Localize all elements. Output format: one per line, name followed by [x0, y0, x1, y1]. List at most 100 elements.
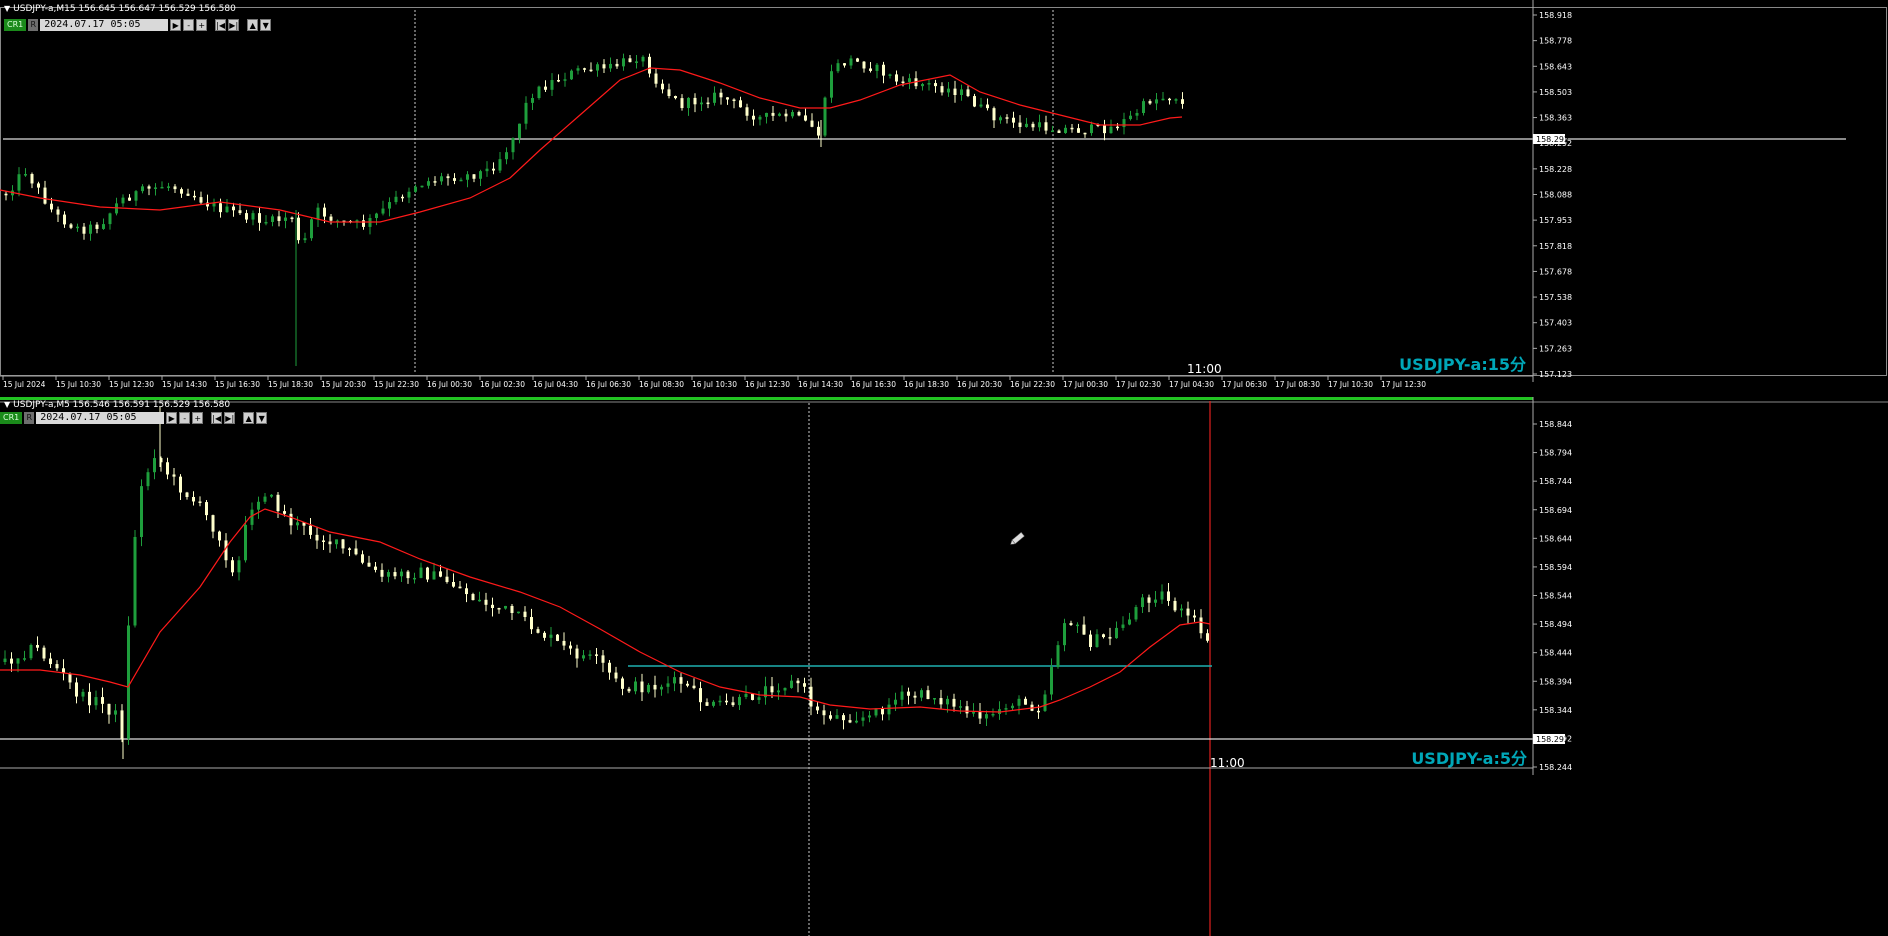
candle-body [790, 680, 793, 688]
chart-window-m15[interactable]: 158.918 158.778 158.643 158.503 158.363 158.2… [0, 0, 1888, 393]
cr1-badge[interactable]: CR1 [0, 412, 23, 424]
time-axis-label: 17 Jul 00:30 [1063, 380, 1108, 389]
price-level-label: 158.918 [1539, 11, 1572, 20]
m5-price-scale: 158.844 158.794 158.744 158.694 158.644 158.5… [1532, 397, 1572, 775]
candle-body [193, 195, 196, 198]
candle-body [1108, 637, 1112, 639]
candle-body [830, 71, 833, 98]
candle-body [1141, 597, 1144, 608]
candle-body [576, 68, 580, 71]
m15-chart-canvas[interactable]: 158.918 158.778 158.643 158.503 158.363 158.2… [0, 0, 1888, 393]
candle-body [42, 647, 46, 659]
candle-body [387, 572, 390, 577]
date-field[interactable]: 2024.07.17 05:05 [40, 19, 169, 31]
candle-body [601, 655, 605, 663]
play-icon[interactable]: ▶ [166, 412, 178, 424]
current-price-text: 158.292 [1536, 735, 1569, 744]
candle-body [640, 681, 644, 693]
candle-body [1004, 708, 1008, 710]
candle-body [907, 691, 910, 696]
candle-body [835, 715, 839, 719]
candle-body [323, 207, 326, 217]
candle-body [173, 186, 177, 190]
candle-body [1043, 694, 1047, 711]
candle-body [134, 191, 138, 201]
candle-body [556, 634, 559, 641]
minus-icon[interactable]: - [183, 19, 195, 31]
candle-body [933, 698, 936, 700]
candle-body [504, 605, 507, 609]
candle-body [465, 588, 468, 595]
collapse-triangle-icon[interactable]: ▼ [4, 4, 10, 13]
price-level-label: 158.088 [1539, 191, 1572, 200]
candle-body [589, 69, 593, 72]
candle-body [75, 682, 78, 697]
candle-body [315, 534, 319, 541]
candle-body [615, 63, 619, 67]
date-field[interactable]: 2024.07.17 05:05 [36, 412, 165, 424]
candle-body [1018, 122, 1022, 127]
candle-body [960, 89, 963, 96]
candle-body [296, 522, 299, 526]
candle-body [614, 672, 618, 679]
candle-body [765, 112, 768, 117]
m5-candles [3, 449, 1209, 745]
candle-body [823, 97, 827, 136]
candle-body [549, 634, 553, 638]
candle-body [901, 81, 905, 84]
candle-body [856, 58, 859, 62]
candle-body [1128, 619, 1131, 625]
candle-body [536, 629, 540, 633]
r-button[interactable]: R [28, 19, 39, 31]
m15-symbol-label: USDJPY-a:15分 [1399, 355, 1526, 374]
candle-body [686, 683, 689, 686]
go-start-icon[interactable]: |◀ [211, 412, 223, 424]
candle-body [354, 548, 358, 555]
candle-body [258, 213, 261, 223]
candle-body [141, 186, 144, 192]
candle-body [784, 113, 788, 117]
candle-body [231, 560, 234, 573]
price-level-label: 157.953 [1539, 216, 1572, 225]
candle-body [913, 695, 917, 698]
current-price-text: 158.292 [1536, 135, 1569, 144]
candle-body [289, 513, 293, 526]
m5-chart-canvas[interactable]: 158.844 158.794 158.744 158.694 158.644 158.5… [0, 397, 1888, 936]
candle-body [861, 717, 865, 721]
go-start-icon[interactable]: |◀ [215, 19, 227, 31]
down-arrow-icon[interactable]: ▼ [256, 412, 268, 424]
r-button[interactable]: R [24, 412, 35, 424]
up-arrow-icon[interactable]: ▲ [247, 19, 259, 31]
cr1-badge[interactable]: CR1 [4, 19, 27, 31]
candle-body [816, 706, 819, 711]
candle-body [108, 213, 112, 225]
candle-body [270, 494, 273, 497]
price-level-label: 158.344 [1539, 706, 1572, 715]
price-level-label: 158.794 [1539, 449, 1572, 458]
candle-body [1076, 624, 1079, 627]
candle-body [569, 645, 572, 649]
candle-body [647, 684, 650, 693]
candle-body [705, 702, 709, 706]
play-icon[interactable]: ▶ [170, 19, 182, 31]
candle-body [1063, 623, 1066, 646]
candle-body [348, 548, 351, 550]
price-level-label: 158.494 [1539, 620, 1572, 629]
go-end-icon[interactable]: ▶| [228, 19, 240, 31]
candle-body [706, 102, 710, 105]
minus-icon[interactable]: - [179, 412, 191, 424]
down-arrow-icon[interactable]: ▼ [260, 19, 272, 31]
collapse-triangle-icon[interactable]: ▼ [4, 400, 10, 409]
go-end-icon[interactable]: ▶| [224, 412, 236, 424]
plus-icon[interactable]: + [196, 19, 208, 31]
plus-icon[interactable]: + [192, 412, 204, 424]
candle-body [95, 224, 99, 229]
candle-body [524, 102, 528, 124]
candle-body [887, 704, 891, 715]
candle-body [225, 206, 229, 213]
candle-body [250, 509, 254, 525]
candle-body [726, 97, 729, 100]
chart-window-m5[interactable]: 158.844 158.794 158.744 158.694 158.644 158.5… [0, 397, 1888, 936]
candle-body [244, 524, 247, 561]
up-arrow-icon[interactable]: ▲ [243, 412, 255, 424]
